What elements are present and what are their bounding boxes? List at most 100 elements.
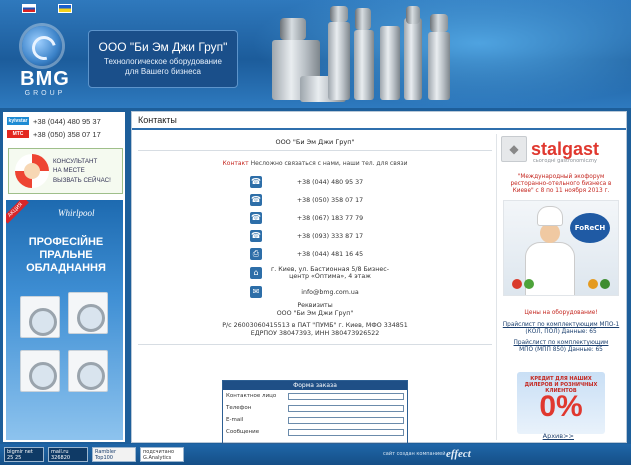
contact-row: ☎ +38 (093) 333 87 17 [250,230,390,242]
credit-promo-banner[interactable]: КРЕДИТ ДЛЯ НАШИХ ДИЛЕРОВ И РОЗНИЧНЫХ КЛИ… [517,372,605,434]
fax-icon: ⎙ [250,248,262,260]
lifebuoy-icon [15,154,49,188]
phone-mts: МТС +38 (050) 358 07 17 [7,129,101,139]
contact-text: +38 (067) 183 77 79 [296,214,364,222]
divider [138,344,492,345]
whirlpool-ad-banner[interactable]: АКЦИЯ Whirlpool ПРОФЕСІЙНЕ ПРАЛЬНЕ ОБЛАД… [6,200,123,440]
company-tagline-2: для Вашего бизнеса [125,67,201,76]
washer-image [68,292,108,334]
effect-logo[interactable]: effect [446,448,471,460]
consult-line-2: НА МЕСТЕ [53,167,85,174]
mts-logo-icon: МТС [7,130,29,138]
language-ua-flag-icon[interactable] [58,4,72,13]
forum-badge: FoReCH [570,213,610,243]
mail-icon: ✉ [250,286,262,298]
form-row: Сообщение [223,426,407,438]
contact-row: ☎ +38 (044) 480 95 37 [250,176,390,188]
washer-image [68,350,108,392]
right-sidebar: ◆ stalgast сьогодні gastronomiczny "Межд… [496,134,624,440]
pricelist-link-2[interactable]: Прайслист по комплектующим МПО (МПП 850)… [499,340,623,354]
rambler-counter[interactable]: Rambler Top100 [92,447,136,462]
phone-kyivstar: kyivstar +38 (044) 480 95 37 [7,116,101,126]
pricelist-link-2-meta: МПО (МПП 850) Данные: 65 [519,347,603,353]
message-input[interactable] [288,428,404,436]
phone-number: +38 (044) 480 95 37 [33,116,101,126]
contact-row: ⎙ +38 (044) 481 16 45 [250,248,390,260]
footer-credit: сайт создан компанией [383,451,446,457]
washer-image [20,296,60,338]
stalgast-mark-icon: ◆ [501,136,527,162]
contact-row: ☎ +38 (067) 183 77 79 [250,212,390,224]
pricelist-link-1-title[interactable]: Прайслист по комплектующим МПО-1 [503,322,619,328]
prices-heading: Цены на оборудование! [524,310,598,316]
order-form: Форма заказа Контактное лицо Телефон E-m… [222,380,408,444]
form-row: Телефон [223,402,407,414]
logo-text: BMG [20,68,70,90]
promo-percent: 0% [539,390,583,423]
contacts-company: ООО "Би Эм Джи Груп" [275,138,355,146]
ad-brand: Whirlpool [58,208,95,218]
phone-input[interactable] [288,404,404,412]
contact-name-input[interactable] [288,392,404,400]
pricelist-link-1[interactable]: Прайслист по комплектующим МПО-1 (КОЛ, П… [499,322,623,336]
main-content: Контакты ООО "Би Эм Джи Груп" Контакт Не… [131,111,627,444]
ad-title: ПРОФЕСІЙНЕ ПРАЛЬНЕ ОБЛАДНАННЯ [26,236,106,274]
washer-image [20,350,60,392]
home-icon: ⌂ [250,267,262,279]
form-title: Форма заказа [223,381,407,390]
form-label-message: Сообщение [226,429,260,435]
left-sidebar: kyivstar +38 (044) 480 95 37 МТС +38 (05… [3,112,125,442]
form-row: E-mail [223,414,407,426]
bmg-logo-mark-icon [22,26,62,66]
language-ru-flag-icon[interactable] [22,4,36,13]
form-row: Контактное лицо [223,390,407,402]
intro-highlight: Контакт [222,160,249,167]
intro-text: Несложно связаться с нами, наши тел. для… [248,160,408,167]
phone-icon: ☎ [250,176,262,188]
contact-row: ✉ info@bmg.com.ua [250,286,390,298]
call-consultant-button[interactable]: ВЫЗВАТЬ СЕЙЧАС! [53,177,111,184]
bank-codes: ЕДРПОУ 38047393, ИНН 380473926522 [250,330,380,337]
consult-line-1: КОНСУЛЬТАНТ [53,158,98,165]
tab-underline [132,128,626,130]
logo-sub: GROUP [24,90,66,97]
contact-email-link[interactable]: info@bmg.com.ua [270,289,390,296]
bigmir-counter[interactable]: bigmir net 25 25 [4,447,44,462]
site-footer: bigmir net 25 25 mail.ru 326820 Rambler … [0,444,631,465]
mailru-counter[interactable]: mail.ru 326820 [48,447,88,462]
phone-number: +38 (050) 358 07 17 [33,129,101,139]
form-label-email: E-mail [226,417,244,423]
stalgast-sub: сьогодні gastronomiczny [533,158,597,164]
bank-account: Р/с 26003060415513 в ПАТ "ПУМБ" г. Киев,… [222,322,408,329]
analytics-badge[interactable]: подсчитано G.Analytics [140,447,184,462]
contact-text: +38 (093) 333 87 17 [296,232,364,240]
company-panel: ООО "Би Эм Джи Груп" Технологическое обо… [88,30,238,88]
tab-contacts[interactable]: Контакты [138,115,177,125]
contact-text: г. Киев, ул. Бастионная 5/8 Бизнес-центр… [271,266,389,280]
company-name: ООО "Би Эм Джи Груп" [98,40,228,54]
pricelist-link-1-meta: (КОЛ, ПОЛ) Данные: 65 [525,329,597,335]
bank-company: ООО "Би Эм Джи Груп" [276,310,354,317]
contact-text: +38 (044) 480 95 37 [296,178,364,186]
form-label-phone: Телефон [226,405,252,411]
forum-banner-image[interactable]: FoReCH [503,200,619,296]
bank-title: Реквизиты [297,302,333,309]
forum-announcement[interactable]: "Международный экофорум ресторанно-отель… [503,174,619,195]
pricelist-link-2-title[interactable]: Прайслист по комплектующим [514,340,609,346]
divider [138,150,492,151]
company-tagline-1: Технологическое оборудование [104,57,222,66]
contacts-section: ООО "Би Эм Джи Груп" Контакт Несложно св… [138,134,492,444]
archive-link[interactable]: Архив>> [543,432,574,440]
phone-icon: ☎ [250,194,262,206]
kyivstar-logo-icon: kyivstar [7,117,29,125]
contact-row: ⌂ г. Киев, ул. Бастионная 5/8 Бизнес-цен… [250,266,390,280]
email-input[interactable] [288,416,404,424]
contact-text: +38 (044) 481 16 45 [296,250,364,258]
stalgast-name: stalgast [531,138,600,159]
phone-icon: ☎ [250,212,262,224]
ad-ribbon: АКЦИЯ [6,200,29,224]
contacts-intro: Контакт Несложно связаться с нами, наши … [138,160,492,167]
contact-row: ☎ +38 (050) 358 07 17 [250,194,390,206]
consultant-widget[interactable]: КОНСУЛЬТАНТ НА МЕСТЕ ВЫЗВАТЬ СЕЙЧАС! [8,148,123,194]
bmg-logo[interactable]: BMG GROUP [8,22,78,100]
